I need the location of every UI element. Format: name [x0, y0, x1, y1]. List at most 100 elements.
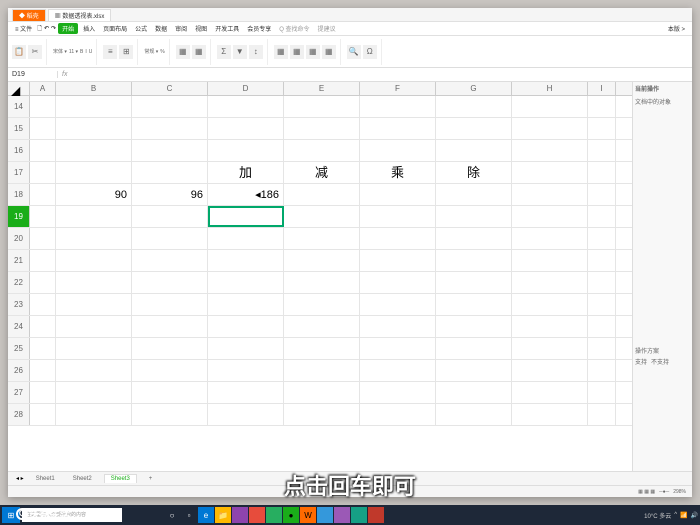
- cell-E21[interactable]: [284, 250, 360, 271]
- cell-H27[interactable]: [512, 382, 588, 403]
- cell-F19[interactable]: [360, 206, 436, 227]
- row-header-28[interactable]: 28: [8, 404, 30, 425]
- row-header-21[interactable]: 21: [8, 250, 30, 271]
- cell-I19[interactable]: [588, 206, 616, 227]
- cell-E19[interactable]: [284, 206, 360, 227]
- file-tab[interactable]: ▦ 数据透视表.xlsx: [48, 9, 112, 21]
- col-B[interactable]: B: [56, 82, 132, 95]
- row-header-18[interactable]: 18: [8, 184, 30, 205]
- cell-C14[interactable]: [132, 96, 208, 117]
- task-pin9[interactable]: [368, 507, 384, 523]
- cell-D20[interactable]: [208, 228, 284, 249]
- cell-G22[interactable]: [436, 272, 512, 293]
- cell-F18[interactable]: [360, 184, 436, 205]
- menu-page[interactable]: 页面布局: [100, 23, 130, 34]
- select-all-corner[interactable]: ◢: [8, 82, 30, 95]
- cell-F26[interactable]: [360, 360, 436, 381]
- cell-G26[interactable]: [436, 360, 512, 381]
- cell-G14[interactable]: [436, 96, 512, 117]
- menu-search[interactable]: Q 查找命令: [276, 23, 312, 34]
- cell-G15[interactable]: [436, 118, 512, 139]
- cell-A28[interactable]: [30, 404, 56, 425]
- cell-D26[interactable]: [208, 360, 284, 381]
- cell-H28[interactable]: [512, 404, 588, 425]
- cell-A22[interactable]: [30, 272, 56, 293]
- menu-collab[interactable]: 提建议: [315, 23, 339, 34]
- merge-icon[interactable]: ⊞: [119, 45, 133, 59]
- cell-B16[interactable]: [56, 140, 132, 161]
- cell-E23[interactable]: [284, 294, 360, 315]
- grid[interactable]: ◢ A B C D E F G H I 14151617加减乘除189096◂1…: [8, 82, 632, 471]
- cell-E24[interactable]: [284, 316, 360, 337]
- cell-B24[interactable]: [56, 316, 132, 337]
- cell-C25[interactable]: [132, 338, 208, 359]
- cell-F20[interactable]: [360, 228, 436, 249]
- menu-view[interactable]: 视图: [192, 23, 210, 34]
- cell-I18[interactable]: [588, 184, 616, 205]
- cell-C23[interactable]: [132, 294, 208, 315]
- cell-D22[interactable]: [208, 272, 284, 293]
- cell-B25[interactable]: [56, 338, 132, 359]
- cell-E28[interactable]: [284, 404, 360, 425]
- menu-insert[interactable]: 插入: [80, 23, 98, 34]
- task-cortana[interactable]: ○: [164, 507, 180, 523]
- cell-A20[interactable]: [30, 228, 56, 249]
- cell-G21[interactable]: [436, 250, 512, 271]
- col-G[interactable]: G: [436, 82, 512, 95]
- cell-A16[interactable]: [30, 140, 56, 161]
- cell-I27[interactable]: [588, 382, 616, 403]
- cell-H22[interactable]: [512, 272, 588, 293]
- task-folder[interactable]: 📁: [215, 507, 231, 523]
- cell-E22[interactable]: [284, 272, 360, 293]
- undo-icon[interactable]: ↶: [44, 25, 49, 32]
- task-pin6[interactable]: [317, 507, 333, 523]
- side-yes[interactable]: 支持: [635, 357, 647, 366]
- cell-H23[interactable]: [512, 294, 588, 315]
- col-C[interactable]: C: [132, 82, 208, 95]
- worksheet-icon[interactable]: ▦: [306, 45, 320, 59]
- cell-I26[interactable]: [588, 360, 616, 381]
- bold-icon[interactable]: B: [80, 49, 83, 55]
- cell-H15[interactable]: [512, 118, 588, 139]
- cell-B27[interactable]: [56, 382, 132, 403]
- cell-I16[interactable]: [588, 140, 616, 161]
- row-header-24[interactable]: 24: [8, 316, 30, 337]
- cell-I21[interactable]: [588, 250, 616, 271]
- cell-A17[interactable]: [30, 162, 56, 183]
- cell-G20[interactable]: [436, 228, 512, 249]
- cell-D28[interactable]: [208, 404, 284, 425]
- menu-start[interactable]: 开始: [58, 23, 78, 34]
- cell-C17[interactable]: [132, 162, 208, 183]
- cell-B22[interactable]: [56, 272, 132, 293]
- cell-B15[interactable]: [56, 118, 132, 139]
- percent-icon[interactable]: %: [160, 49, 164, 55]
- menu-file[interactable]: ≡ 文件: [12, 23, 35, 34]
- cell-D15[interactable]: [208, 118, 284, 139]
- cell-E27[interactable]: [284, 382, 360, 403]
- cell-D14[interactable]: [208, 96, 284, 117]
- cell-G18[interactable]: [436, 184, 512, 205]
- cell-F23[interactable]: [360, 294, 436, 315]
- cell-I14[interactable]: [588, 96, 616, 117]
- cell-C26[interactable]: [132, 360, 208, 381]
- cell-G19[interactable]: [436, 206, 512, 227]
- cell-G23[interactable]: [436, 294, 512, 315]
- cell-H20[interactable]: [512, 228, 588, 249]
- find-icon[interactable]: 🔍: [347, 45, 361, 59]
- cell-C20[interactable]: [132, 228, 208, 249]
- cell-F16[interactable]: [360, 140, 436, 161]
- cell-D23[interactable]: [208, 294, 284, 315]
- side-no[interactable]: 不支持: [651, 357, 669, 366]
- task-view[interactable]: ▫: [181, 507, 197, 523]
- row-header-26[interactable]: 26: [8, 360, 30, 381]
- app-tab[interactable]: ◆ 稻壳: [12, 9, 46, 21]
- cell-C19[interactable]: [132, 206, 208, 227]
- cell-I22[interactable]: [588, 272, 616, 293]
- cell-C28[interactable]: [132, 404, 208, 425]
- col-A[interactable]: A: [30, 82, 56, 95]
- cond-format-icon[interactable]: ▦: [176, 45, 190, 59]
- row-header-27[interactable]: 27: [8, 382, 30, 403]
- paste-icon[interactable]: 📋: [12, 45, 26, 59]
- task-pin2[interactable]: [249, 507, 265, 523]
- row-header-14[interactable]: 14: [8, 96, 30, 117]
